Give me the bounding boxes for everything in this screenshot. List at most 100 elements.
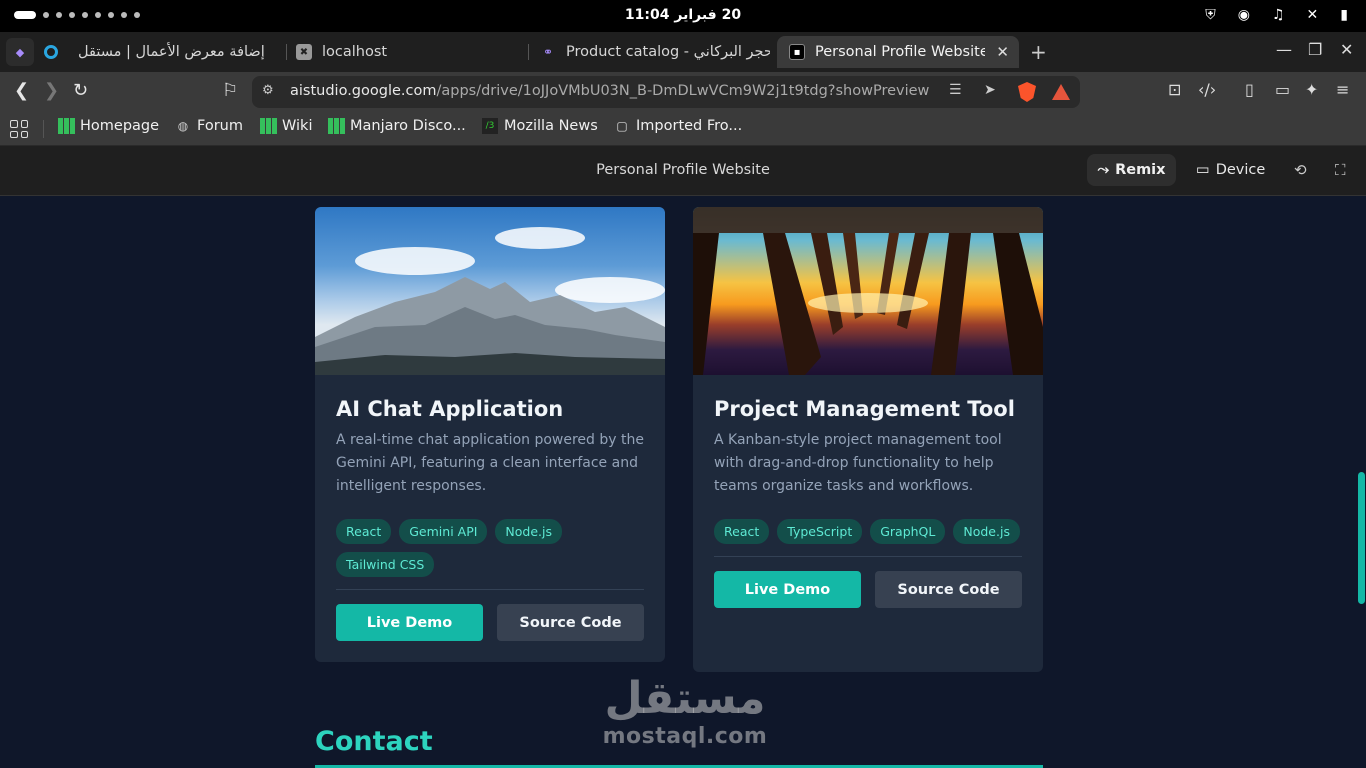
app-header: Personal Profile Website ⤳ Remix ▭ Devic…	[0, 146, 1366, 196]
leo-ai-icon[interactable]: ✦	[1305, 80, 1318, 99]
bookmark-forum[interactable]: ◍ Forum	[175, 118, 243, 134]
bookmark-imported-folder[interactable]: ▢ Imported Fro...	[614, 118, 742, 134]
project-description: A Kanban-style project management tool w…	[714, 432, 1002, 494]
battery-icon[interactable]: ▮	[1340, 7, 1348, 23]
globe-icon: ◍	[177, 119, 189, 133]
manjaro-icon	[328, 118, 345, 134]
brave-rewards-icon[interactable]	[1052, 84, 1070, 100]
wallet-icon[interactable]: ▭	[1275, 80, 1290, 99]
minimize-button[interactable]: —	[1276, 40, 1292, 59]
volume-mute-icon[interactable]: ✕	[1307, 7, 1319, 23]
bell-off-icon[interactable]: ♫	[1272, 7, 1285, 23]
code-icon[interactable]: ‹/›	[1198, 80, 1216, 99]
card-actions: Live Demo Source Code	[714, 571, 1022, 608]
forward-button[interactable]: ❯	[44, 80, 59, 101]
tab-mostaql[interactable]: إضافة معرض الأعمال | مستقل	[44, 36, 284, 68]
send-icon[interactable]: ➤	[984, 82, 996, 98]
aistudio-icon: ⚭	[542, 45, 554, 59]
maximize-button[interactable]: ❐	[1308, 40, 1322, 59]
navigation-bar: ❮ ❯ ↻ ⚐ ⚙ aistudio.google.com/apps/drive…	[0, 72, 1366, 112]
profile-icon[interactable]: ◆	[6, 38, 34, 66]
project-image-pier	[693, 207, 1043, 375]
contact-heading: Contact	[315, 726, 433, 757]
project-image-mountain	[315, 207, 665, 375]
apps-icon[interactable]	[10, 120, 28, 138]
bookmark-label: Mozilla News	[504, 118, 598, 134]
bookmark-homepage[interactable]: Homepage	[58, 118, 159, 134]
project-description: A real-time chat application powered by …	[336, 432, 644, 494]
tech-tags: React TypeScript GraphQL Node.js	[714, 519, 1022, 544]
live-demo-button[interactable]: Live Demo	[336, 604, 483, 641]
tech-tag: React	[336, 519, 392, 544]
tech-tag: GraphQL	[870, 519, 946, 544]
mostaql-icon	[44, 45, 58, 59]
bookmark-label: Imported Fro...	[636, 118, 743, 134]
watermark-arabic: مستقل	[604, 673, 766, 724]
refresh-preview-icon[interactable]: ⟲	[1294, 161, 1307, 179]
brave-shields-icon[interactable]	[1018, 82, 1036, 102]
bookmark-label: Wiki	[282, 118, 313, 134]
close-window-button[interactable]: ✕	[1340, 40, 1353, 59]
back-button[interactable]: ❮	[14, 80, 29, 101]
bookmark-label: Forum	[197, 118, 243, 134]
remix-button[interactable]: ⤳ Remix	[1087, 154, 1176, 186]
close-tab-icon[interactable]: ✕	[996, 43, 1009, 61]
bookmark-label: Manjaro Disco...	[350, 118, 466, 134]
mostaql-watermark: مستقل mostaql.com	[600, 673, 770, 750]
reload-button[interactable]: ↻	[73, 80, 88, 101]
source-code-button[interactable]: Source Code	[875, 571, 1022, 608]
wifi-icon[interactable]: ◉	[1238, 7, 1250, 23]
preview-viewport[interactable]: AI Chat Application A real-time chat app…	[0, 196, 1366, 768]
project-card: AI Chat Application A real-time chat app…	[315, 207, 665, 662]
sidebar-icon[interactable]: ▯	[1245, 80, 1254, 99]
mozilla-icon: /3	[482, 118, 498, 134]
tech-tag: TypeScript	[777, 519, 863, 544]
remix-label: Remix	[1115, 162, 1166, 178]
source-code-button[interactable]: Source Code	[497, 604, 644, 641]
tab-label: Personal Profile Website	[815, 44, 985, 60]
project-title: Project Management Tool	[714, 397, 1015, 421]
scrollbar-thumb[interactable]	[1358, 472, 1365, 604]
tech-tag: React	[714, 519, 770, 544]
watermark-latin: mostaql.com	[602, 724, 768, 749]
live-demo-button[interactable]: Live Demo	[714, 571, 861, 608]
manjaro-icon	[260, 118, 277, 134]
shield-icon[interactable]: ⛨	[1205, 7, 1216, 23]
tab-label: Product catalog - حجر البركاني	[566, 44, 770, 60]
system-clock[interactable]: 20 فبراير 11:04	[0, 7, 1366, 23]
fullscreen-icon[interactable]: ⛶	[1335, 161, 1346, 179]
bookmark-manjaro-discover[interactable]: Manjaro Disco...	[328, 118, 466, 134]
device-icon: ▭	[1196, 162, 1210, 178]
new-tab-button[interactable]: +	[1030, 40, 1047, 64]
card-divider	[336, 589, 644, 590]
site-settings-icon[interactable]: ⚙	[262, 83, 274, 98]
tab-localhost[interactable]: ✖ localhost	[296, 36, 524, 68]
project-title: AI Chat Application	[336, 397, 564, 421]
device-button[interactable]: ▭ Device	[1196, 162, 1265, 178]
manjaro-icon	[58, 118, 75, 134]
tab-bar: ◆ إضافة معرض الأعمال | مستقل ✖ localhost…	[0, 32, 1366, 72]
screenshot-icon[interactable]: ⊡	[1168, 80, 1181, 99]
card-actions: Live Demo Source Code	[336, 604, 644, 641]
bookmarks-bar: Homepage ◍ Forum Wiki Manjaro Disco... /…	[0, 112, 1366, 146]
bookmark-label: Homepage	[80, 118, 160, 134]
system-status-bar: 20 فبراير 11:04 ⛨ ◉ ♫ ✕ ▮	[0, 0, 1366, 32]
system-tray[interactable]: ⛨ ◉ ♫ ✕ ▮	[1205, 7, 1348, 23]
bookmark-icon[interactable]: ⚐	[222, 80, 238, 101]
reader-mode-icon[interactable]: ☰	[949, 82, 962, 98]
menu-icon[interactable]: ≡	[1336, 80, 1349, 99]
tab-label: localhost	[322, 44, 388, 60]
device-label: Device	[1215, 162, 1266, 178]
address-bar[interactable]: ⚙ aistudio.google.com/apps/drive/1oJJoVM…	[252, 76, 1080, 108]
tech-tag: Node.js	[953, 519, 1020, 544]
aistudio-icon: ▪	[789, 44, 805, 60]
remix-icon: ⤳	[1097, 162, 1110, 178]
tech-tag: Gemini API	[399, 519, 488, 544]
xampp-icon: ✖	[296, 44, 312, 60]
bookmark-mozilla-news[interactable]: /3 Mozilla News	[482, 118, 598, 134]
tab-personal-profile[interactable]: ▪ Personal Profile Website ✕	[777, 36, 1019, 68]
folder-icon: ▢	[616, 119, 628, 133]
tab-product-catalog[interactable]: ⚭ Product catalog - حجر البركاني	[540, 36, 770, 68]
bookmark-wiki[interactable]: Wiki	[260, 118, 312, 134]
url-text[interactable]: aistudio.google.com/apps/drive/1oJJoVMbU…	[290, 83, 930, 99]
